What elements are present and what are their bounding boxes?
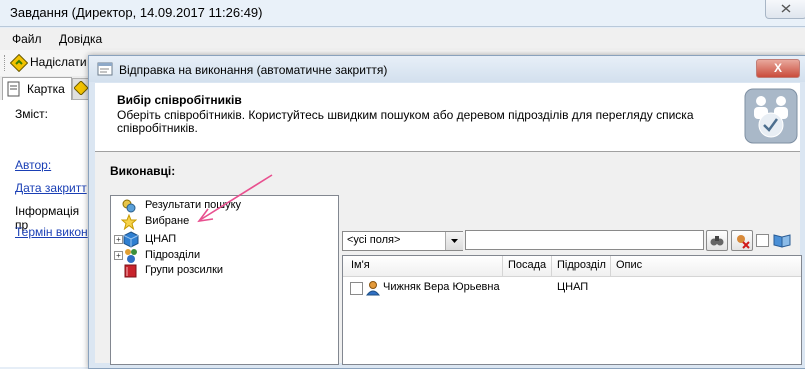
search-field-select-value: <усі поля> xyxy=(347,234,401,246)
send-dialog: Відправка на виконання (автоматичне закр… xyxy=(88,55,805,369)
main-window-titlebar: Завдання (Директор, 14.09.2017 11:26:49) xyxy=(0,0,805,27)
header-desc-line2: співробітників. xyxy=(117,121,198,135)
toolbar-grip xyxy=(4,55,7,71)
task-icon xyxy=(74,81,88,95)
search-results-icon xyxy=(122,199,136,213)
expand-icon[interactable]: + xyxy=(114,235,123,244)
grid-header: Ім'я Посада Підрозділ Опис xyxy=(343,256,801,277)
tree-item-cnap[interactable]: + ЦНАП xyxy=(111,231,321,248)
close-date-link[interactable]: Дата закритт xyxy=(15,181,87,195)
dialog-close-button[interactable]: X xyxy=(756,59,800,78)
row-checkbox[interactable] xyxy=(350,282,363,295)
deadline-link[interactable]: Термін викон xyxy=(15,225,88,239)
table-row[interactable]: Чижняк Вера Юрьевна ЦНАП xyxy=(343,280,801,298)
column-description[interactable]: Опис xyxy=(616,259,642,271)
close-icon: X xyxy=(773,61,782,75)
author-link[interactable]: Автор: xyxy=(15,158,51,172)
book-icon xyxy=(124,264,137,278)
user-icon xyxy=(365,281,381,296)
header-title: Вибір співробітників xyxy=(117,93,242,107)
dialog-title: Відправка на виконання (автоматичне закр… xyxy=(119,63,388,77)
tree-item-label: Групи розсилки xyxy=(145,264,224,276)
search-button[interactable] xyxy=(706,230,728,251)
dialog-titlebar: Відправка на виконання (автоматичне закр… xyxy=(89,56,805,82)
dialog-window-icon xyxy=(97,62,113,76)
card-panel: Зміст: Автор: Дата закритт Інформація пр… xyxy=(0,100,88,367)
employees-icon xyxy=(744,88,798,144)
select-all-checkbox[interactable] xyxy=(756,234,769,247)
departments-tree: Результати пошуку Вибране + ЦНАП + Підро… xyxy=(110,195,339,365)
tree-item-search-results[interactable]: Результати пошуку xyxy=(121,198,321,214)
close-icon xyxy=(781,4,791,13)
tree-item-label: Результати пошуку xyxy=(145,199,242,211)
send-label: Надіслати xyxy=(30,55,87,69)
search-field-select[interactable]: <усі поля> xyxy=(342,231,463,251)
departments-icon xyxy=(125,249,137,263)
dialog-header: Вибір співробітників Оберіть співробітни… xyxy=(95,83,800,152)
content-label: Зміст: xyxy=(15,107,48,121)
chevron-down-icon xyxy=(451,239,458,243)
column-divider xyxy=(551,256,552,276)
tab-card[interactable]: Картка xyxy=(2,77,72,100)
main-window-title: Завдання (Директор, 14.09.2017 11:26:49) xyxy=(10,5,263,20)
menu-help[interactable]: Довідка xyxy=(59,32,102,46)
star-icon xyxy=(121,214,137,230)
binoculars-icon xyxy=(710,236,724,246)
tree-item-favorites[interactable]: Вибране xyxy=(121,214,321,230)
send-icon xyxy=(10,54,28,72)
column-department[interactable]: Підрозділ xyxy=(557,259,606,271)
executors-label: Виконавці: xyxy=(110,164,176,178)
clear-filter-icon xyxy=(737,235,750,249)
tree-item-label: Підрозділи xyxy=(145,249,201,261)
column-name[interactable]: Ім'я xyxy=(351,259,370,271)
column-divider xyxy=(502,256,503,276)
search-input[interactable] xyxy=(465,230,704,250)
card-icon xyxy=(7,81,20,97)
expand-icon[interactable]: + xyxy=(114,251,123,260)
tree-item-label: ЦНАП xyxy=(145,233,177,245)
send-button[interactable]: Надіслати xyxy=(10,53,92,73)
tree-item-label: Вибране xyxy=(145,215,190,227)
main-window-close-button[interactable] xyxy=(765,0,805,19)
employees-grid: Ім'я Посада Підрозділ Опис Чижняк Вера Ю… xyxy=(342,255,802,365)
column-position[interactable]: Посада xyxy=(508,259,546,271)
tab-card-label: Картка xyxy=(27,82,65,96)
cell-name: Чижняк Вера Юрьевна xyxy=(383,281,500,293)
dropdown-button[interactable] xyxy=(445,232,463,250)
menu-bar: Файл Довідка xyxy=(0,28,805,50)
cube-icon xyxy=(123,231,139,248)
tree-item-mailing-groups[interactable]: Групи розсилки xyxy=(121,263,321,279)
dialog-body: Вибір співробітників Оберіть співробітни… xyxy=(95,83,802,365)
menu-file[interactable]: Файл xyxy=(12,32,42,46)
header-desc-line1: Оберіть співробітників. Користуйтесь шви… xyxy=(117,108,694,122)
column-divider xyxy=(610,256,611,276)
cell-department: ЦНАП xyxy=(557,281,589,293)
view-mode-icon[interactable] xyxy=(772,231,792,249)
clear-search-button[interactable] xyxy=(731,230,753,251)
tree-item-departments[interactable]: + Підрозділи xyxy=(111,247,321,264)
